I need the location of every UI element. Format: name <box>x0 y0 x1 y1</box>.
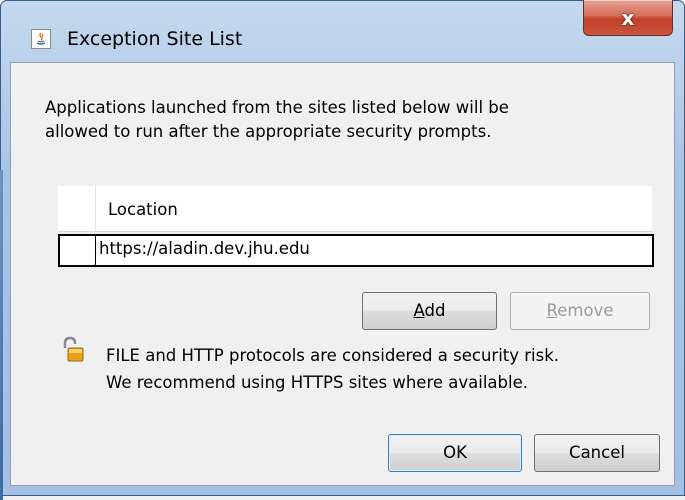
column-header-location[interactable]: Location <box>108 200 178 219</box>
security-warning: FILE and HTTP protocols are considered a… <box>106 342 559 396</box>
remove-button[interactable]: Remove <box>510 292 650 330</box>
remove-label: emove <box>557 301 614 320</box>
warning-line-2: We recommend using HTTPS sites where ava… <box>106 373 528 392</box>
cancel-button[interactable]: Cancel <box>534 434 660 472</box>
window-title: Exception Site List <box>67 28 243 50</box>
table-corner <box>58 186 96 231</box>
table-row[interactable]: https://aladin.dev.jhu.edu <box>58 234 654 267</box>
add-button[interactable]: Add <box>362 292 497 330</box>
add-label: dd <box>424 301 446 320</box>
java-icon <box>31 29 51 49</box>
row-header[interactable] <box>60 236 96 265</box>
close-icon: x <box>621 6 635 30</box>
intro-text: Applications launched from the sites lis… <box>45 96 645 144</box>
warning-line-1: FILE and HTTP protocols are considered a… <box>106 346 560 365</box>
table-header: Location <box>58 186 652 232</box>
ok-button[interactable]: OK <box>388 434 522 472</box>
intro-line-1: Applications launched from the sites lis… <box>45 98 509 117</box>
intro-line-2: allowed to run after the appropriate sec… <box>45 122 492 141</box>
add-mnemonic: A <box>413 301 425 320</box>
location-cell[interactable]: https://aladin.dev.jhu.edu <box>99 239 310 258</box>
title-bar[interactable]: Exception Site List x <box>0 0 685 55</box>
frame-edge <box>0 170 3 500</box>
unlocked-padlock-icon <box>62 336 84 362</box>
remove-mnemonic: R <box>546 301 558 320</box>
close-button[interactable]: x <box>583 0 673 36</box>
